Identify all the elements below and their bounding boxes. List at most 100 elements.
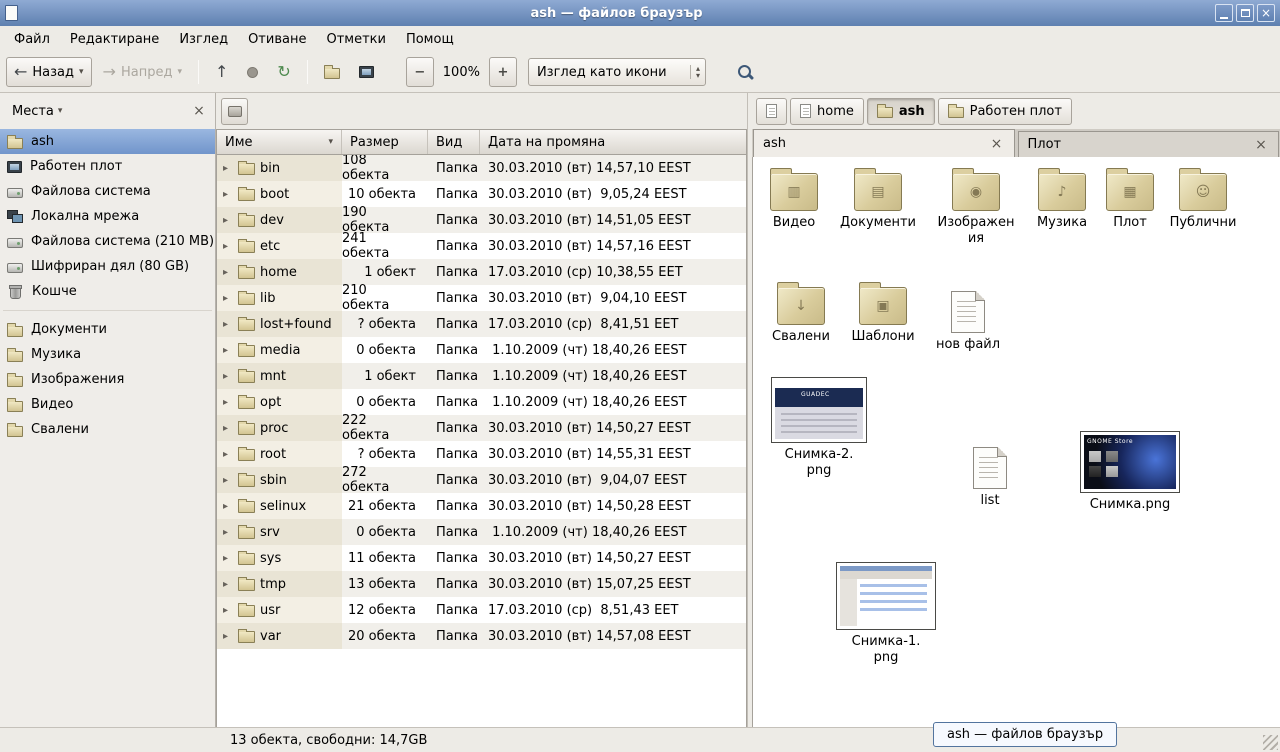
expander-icon[interactable]: ▸ — [223, 553, 233, 564]
tree-row[interactable]: ▸bin108 обектаПапка30.03.2010 (вт) 14,57… — [217, 155, 746, 181]
tree-row[interactable]: ▸opt0 обектаПапка 1.10.2009 (чт) 18,40,2… — [217, 389, 746, 415]
menu-go[interactable]: Отиване — [238, 29, 316, 50]
expander-icon[interactable]: ▸ — [223, 579, 233, 590]
icon-item-snimka[interactable]: GNOME StoreСнимка.png — [1084, 431, 1176, 513]
combo-stepper-icon[interactable]: ▴▾ — [690, 65, 705, 79]
tree-row[interactable]: ▸selinux21 обектаПапка30.03.2010 (вт) 14… — [217, 493, 746, 519]
back-button[interactable]: ← Назад ▾ — [6, 57, 92, 87]
home-button[interactable] — [316, 57, 348, 87]
tree-row[interactable]: ▸srv0 обектаПапка 1.10.2009 (чт) 18,40,2… — [217, 519, 746, 545]
tree-row[interactable]: ▸lib210 обектаПапка30.03.2010 (вт) 9,04,… — [217, 285, 746, 311]
sidebar-close-button[interactable]: × — [191, 103, 207, 119]
icon-item-documents[interactable]: ▤Документи — [836, 173, 920, 231]
column-header-date[interactable]: Дата на промяна — [480, 130, 746, 154]
tree-row[interactable]: ▸root? обектаПапка30.03.2010 (вт) 14,55,… — [217, 441, 746, 467]
view-mode-select[interactable]: Изглед като икони ▴▾ — [528, 58, 706, 86]
expander-icon[interactable]: ▸ — [223, 293, 233, 304]
expander-icon[interactable]: ▸ — [223, 501, 233, 512]
zoom-out-button[interactable]: − — [406, 57, 434, 87]
menu-bookmarks[interactable]: Отметки — [316, 29, 395, 50]
computer-button[interactable] — [351, 57, 382, 87]
tree-row[interactable]: ▸mnt1 обектПапка 1.10.2009 (чт) 18,40,26… — [217, 363, 746, 389]
stop-button[interactable] — [239, 57, 266, 87]
places-selector[interactable]: Места ▾ — [8, 102, 66, 121]
expander-icon[interactable]: ▸ — [223, 163, 233, 174]
expander-icon[interactable]: ▸ — [223, 527, 233, 538]
sidebar-item-videos[interactable]: Видео — [0, 392, 215, 417]
close-button[interactable]: × — [1257, 4, 1275, 22]
tab-plot[interactable]: Плот× — [1018, 131, 1280, 157]
tree-row[interactable]: ▸sys11 обектаПапка30.03.2010 (вт) 14,50,… — [217, 545, 746, 571]
sidebar-item-filesystem[interactable]: Файлова система — [0, 179, 215, 204]
expander-icon[interactable]: ▸ — [223, 605, 233, 616]
tree-row[interactable]: ▸boot10 обектаПапка30.03.2010 (вт) 9,05,… — [217, 181, 746, 207]
menu-view[interactable]: Изглед — [169, 29, 238, 50]
icon-item-list[interactable]: list — [955, 447, 1025, 509]
path-button-root[interactable] — [756, 98, 787, 125]
expander-icon[interactable]: ▸ — [223, 475, 233, 486]
expander-icon[interactable]: ▸ — [223, 241, 233, 252]
tree-row[interactable]: ▸var20 обектаПапка30.03.2010 (вт) 14,57,… — [217, 623, 746, 649]
tree-row[interactable]: ▸usr12 обектаПапка17.03.2010 (ср) 8,51,4… — [217, 597, 746, 623]
tree-row[interactable]: ▸media0 обектаПапка 1.10.2009 (чт) 18,40… — [217, 337, 746, 363]
column-header-name[interactable]: Име▾ — [217, 130, 342, 154]
sidebar-item-pictures[interactable]: Изображения — [0, 367, 215, 392]
pane-toggle-button[interactable] — [221, 98, 248, 125]
expander-icon[interactable]: ▸ — [223, 423, 233, 434]
path-button-desktop[interactable]: Работен плот — [938, 98, 1072, 125]
icon-item-snimka-2[interactable]: GUADECСнимка-2.png — [783, 377, 855, 478]
menu-help[interactable]: Помощ — [396, 29, 464, 50]
window-list-button[interactable]: ash — файлов браузър — [933, 722, 1117, 747]
tab-close-icon[interactable]: × — [989, 136, 1005, 152]
column-header-size[interactable]: Размер — [342, 130, 428, 154]
forward-button[interactable]: → Напред ▾ — [95, 57, 190, 87]
sidebar-item-filesystem-210[interactable]: Файлова система (210 MB) — [0, 229, 215, 254]
search-button[interactable] — [730, 57, 761, 87]
sidebar-item-encrypted-80[interactable]: Шифриран дял (80 GB) — [0, 254, 215, 279]
expander-icon[interactable]: ▸ — [223, 631, 233, 642]
back-dropdown-icon[interactable]: ▾ — [79, 67, 84, 77]
expander-icon[interactable]: ▸ — [223, 215, 233, 226]
expander-icon[interactable]: ▸ — [223, 267, 233, 278]
tab-close-icon[interactable]: × — [1253, 137, 1269, 153]
titlebar[interactable]: ash — файлов браузър × — [0, 0, 1280, 26]
minimize-button[interactable] — [1215, 4, 1233, 22]
path-button-home[interactable]: home — [790, 98, 864, 125]
menu-edit[interactable]: Редактиране — [60, 29, 169, 50]
expander-icon[interactable]: ▸ — [223, 397, 233, 408]
sidebar-item-documents[interactable]: Документи — [0, 317, 215, 342]
tab-ash[interactable]: ash× — [753, 129, 1015, 157]
path-button-ash[interactable]: ash — [867, 98, 935, 125]
expander-icon[interactable]: ▸ — [223, 319, 233, 330]
tree-row[interactable]: ▸etc241 обектаПапка30.03.2010 (вт) 14,57… — [217, 233, 746, 259]
tree-row[interactable]: ▸tmp13 обектаПапка30.03.2010 (вт) 15,07,… — [217, 571, 746, 597]
reload-button[interactable]: ↻ — [269, 57, 298, 87]
sidebar-item-downloads[interactable]: Свалени — [0, 417, 215, 442]
icon-item-downloads[interactable]: ↓Свалени — [759, 287, 843, 345]
sidebar-item-music[interactable]: Музика — [0, 342, 215, 367]
zoom-in-button[interactable]: + — [489, 57, 517, 87]
sidebar-item-desktop[interactable]: Работен плот — [0, 154, 215, 179]
tree-row[interactable]: ▸dev190 обектаПапка30.03.2010 (вт) 14,51… — [217, 207, 746, 233]
icon-item-videos[interactable]: ▥Видео — [752, 173, 836, 231]
icon-item-templates[interactable]: ▣Шаблони — [841, 287, 925, 345]
icon-item-public[interactable]: ☺Публични — [1163, 173, 1243, 231]
sidebar-item-ash[interactable]: ash — [0, 129, 215, 154]
icon-item-music[interactable]: ♪Музика — [1020, 173, 1104, 231]
maximize-button[interactable] — [1236, 4, 1254, 22]
icon-item-desktop[interactable]: ▦Плот — [1095, 173, 1165, 231]
up-button[interactable]: ↑ — [207, 57, 236, 87]
sidebar-item-network[interactable]: Локална мрежа — [0, 204, 215, 229]
tree-row[interactable]: ▸lost+found? обектаПапка17.03.2010 (ср) … — [217, 311, 746, 337]
menu-file[interactable]: Файл — [4, 29, 60, 50]
expander-icon[interactable]: ▸ — [223, 371, 233, 382]
icon-item-snimka-1[interactable]: Снимка-1.png — [850, 562, 922, 665]
column-header-type[interactable]: Вид — [428, 130, 480, 154]
sidebar-item-trash[interactable]: Кошче — [0, 279, 215, 304]
tree-row[interactable]: ▸home1 обектПапка17.03.2010 (ср) 10,38,5… — [217, 259, 746, 285]
icon-view[interactable]: ▥Видео▤Документи◉Изображения♪Музика▦Плот… — [752, 157, 1280, 727]
expander-icon[interactable]: ▸ — [223, 345, 233, 356]
expander-icon[interactable]: ▸ — [223, 449, 233, 460]
tree-row[interactable]: ▸sbin272 обектаПапка30.03.2010 (вт) 9,04… — [217, 467, 746, 493]
tree-row[interactable]: ▸proc222 обектаПапка30.03.2010 (вт) 14,5… — [217, 415, 746, 441]
